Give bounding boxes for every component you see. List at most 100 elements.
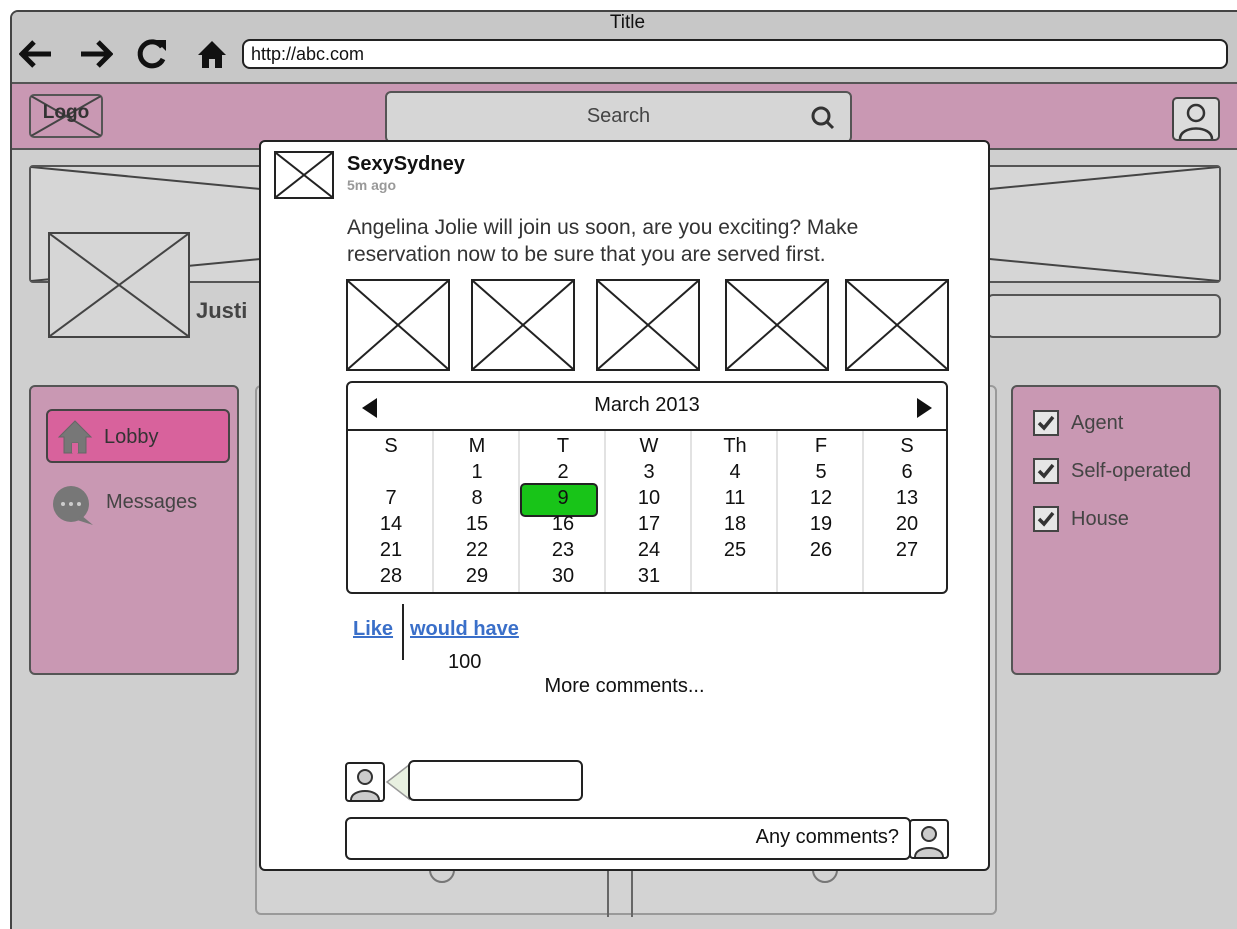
calendar-weekday: M [468,435,486,457]
calendar-day[interactable]: 21 [348,537,434,563]
back-button[interactable] [18,34,54,74]
checkbox[interactable] [1033,458,1059,484]
sidebar-item-label: Messages [106,491,198,513]
filter-agent[interactable]: Agent [1033,409,1123,437]
calendar-day[interactable]: 15 [434,511,520,537]
forward-button[interactable] [78,34,114,74]
check-icon [1037,415,1055,431]
image-placeholder-icon [275,152,333,198]
sidebar-item-lobby[interactable]: Lobby [46,409,230,463]
post-author-name[interactable]: SexySydney [347,153,465,176]
search-input[interactable]: Search [385,91,852,143]
calendar-weekday: F [814,435,828,457]
calendar-day[interactable]: 22 [434,537,520,563]
post-thumbnail[interactable] [471,279,575,371]
calendar-day[interactable]: 20 [864,511,946,537]
home-icon [198,41,226,68]
calendar-day[interactable]: 16 [520,511,606,537]
calendar-day[interactable]: 24 [606,537,692,563]
calendar-day[interactable]: 19 [778,511,864,537]
user-avatar[interactable] [1172,97,1220,141]
calendar-day[interactable]: 9 [520,485,606,511]
calendar-day[interactable]: 12 [778,485,864,511]
calendar-day[interactable]: 7 [348,485,434,511]
post-thumbnail[interactable] [346,279,450,371]
calendar-day[interactable]: 10 [606,485,692,511]
calendar-day[interactable]: 26 [778,537,864,563]
url-field[interactable]: http://abc.com [242,39,1228,69]
image-placeholder-icon [846,280,948,370]
calendar-day[interactable]: 27 [864,537,946,563]
calendar-day[interactable]: 17 [606,511,692,537]
chat-bubble-icon [53,486,93,525]
calendar-day[interactable]: 8 [434,485,520,511]
comment-input[interactable]: Any comments? [345,817,911,860]
comment-bubble [408,760,583,801]
calendar-header: March 2013 [348,383,946,431]
sidebar-item-label: Lobby [104,426,159,448]
sidebar: Lobby Messages [29,385,239,675]
reload-button[interactable] [134,34,170,74]
calendar-weekday: S [900,435,914,457]
filter-house[interactable]: House [1033,505,1129,533]
profile-image [48,232,190,338]
browser-toolbar: Title http://abc.com [12,12,1237,84]
calendar-weekday: Th [723,435,747,457]
post-thumbnail[interactable] [596,279,700,371]
like-link[interactable]: Like [353,618,393,641]
profile-name: Justi [196,298,248,323]
calendar-day[interactable]: 1 [434,459,520,485]
logo[interactable]: Logo [29,94,103,138]
post-body: Angelina Jolie will join us soon, are yo… [347,216,859,266]
check-icon [1037,463,1055,479]
calendar-day[interactable]: 2 [520,459,606,485]
profile-namebar [987,294,1221,338]
image-placeholder-icon [726,280,828,370]
link-divider [402,604,404,660]
filter-label: Agent [1071,411,1124,434]
reload-icon [137,39,166,69]
calendar-day[interactable]: 28 [348,563,434,589]
home-icon [57,420,93,454]
calendar-day[interactable]: 3 [606,459,692,485]
filter-self-operated[interactable]: Self-operated [1033,457,1191,485]
like-count: 100 [448,651,482,673]
home-button[interactable] [194,34,230,74]
panel-divider [607,867,633,917]
user-icon [350,769,380,800]
chevron-right-icon[interactable] [916,398,932,418]
calendar-day[interactable]: 5 [778,459,864,485]
sidebar-item-messages[interactable]: Messages [46,483,230,529]
post-thumbnail[interactable] [725,279,829,371]
calendar-day[interactable]: 4 [692,459,778,485]
arrow-left-icon [19,40,51,68]
post-author-avatar[interactable] [274,151,334,199]
calendar-day[interactable]: 6 [864,459,946,485]
post-timestamp: 5m ago [347,177,397,193]
post-modal: SexySydney 5m ago Angelina Jolie will jo… [259,140,990,871]
arrow-right-icon [81,40,113,68]
calendar-day[interactable]: 31 [606,563,692,589]
image-placeholder-icon [472,280,574,370]
image-placeholder-icon [49,233,189,337]
window-title: Title [609,12,646,33]
image-placeholder-icon [347,280,449,370]
checkbox[interactable] [1033,506,1059,532]
calendar-day[interactable]: 29 [434,563,520,589]
calendar-day[interactable]: 11 [692,485,778,511]
filter-label: House [1071,507,1129,530]
more-comments-link[interactable]: More comments... [261,675,988,698]
image-placeholder-icon [597,280,699,370]
calendar-day[interactable]: 14 [348,511,434,537]
calendar-weekday: T [556,435,570,457]
calendar-day[interactable]: 23 [520,537,606,563]
calendar-day[interactable]: 18 [692,511,778,537]
search-icon[interactable] [810,105,836,131]
post-thumbnail[interactable] [845,279,949,371]
filter-label: Self-operated [1071,459,1192,482]
calendar-day[interactable]: 13 [864,485,946,511]
calendar-day[interactable]: 30 [520,563,606,589]
checkbox[interactable] [1033,410,1059,436]
calendar-day[interactable]: 25 [692,537,778,563]
would-have-link[interactable]: would have [410,618,519,641]
